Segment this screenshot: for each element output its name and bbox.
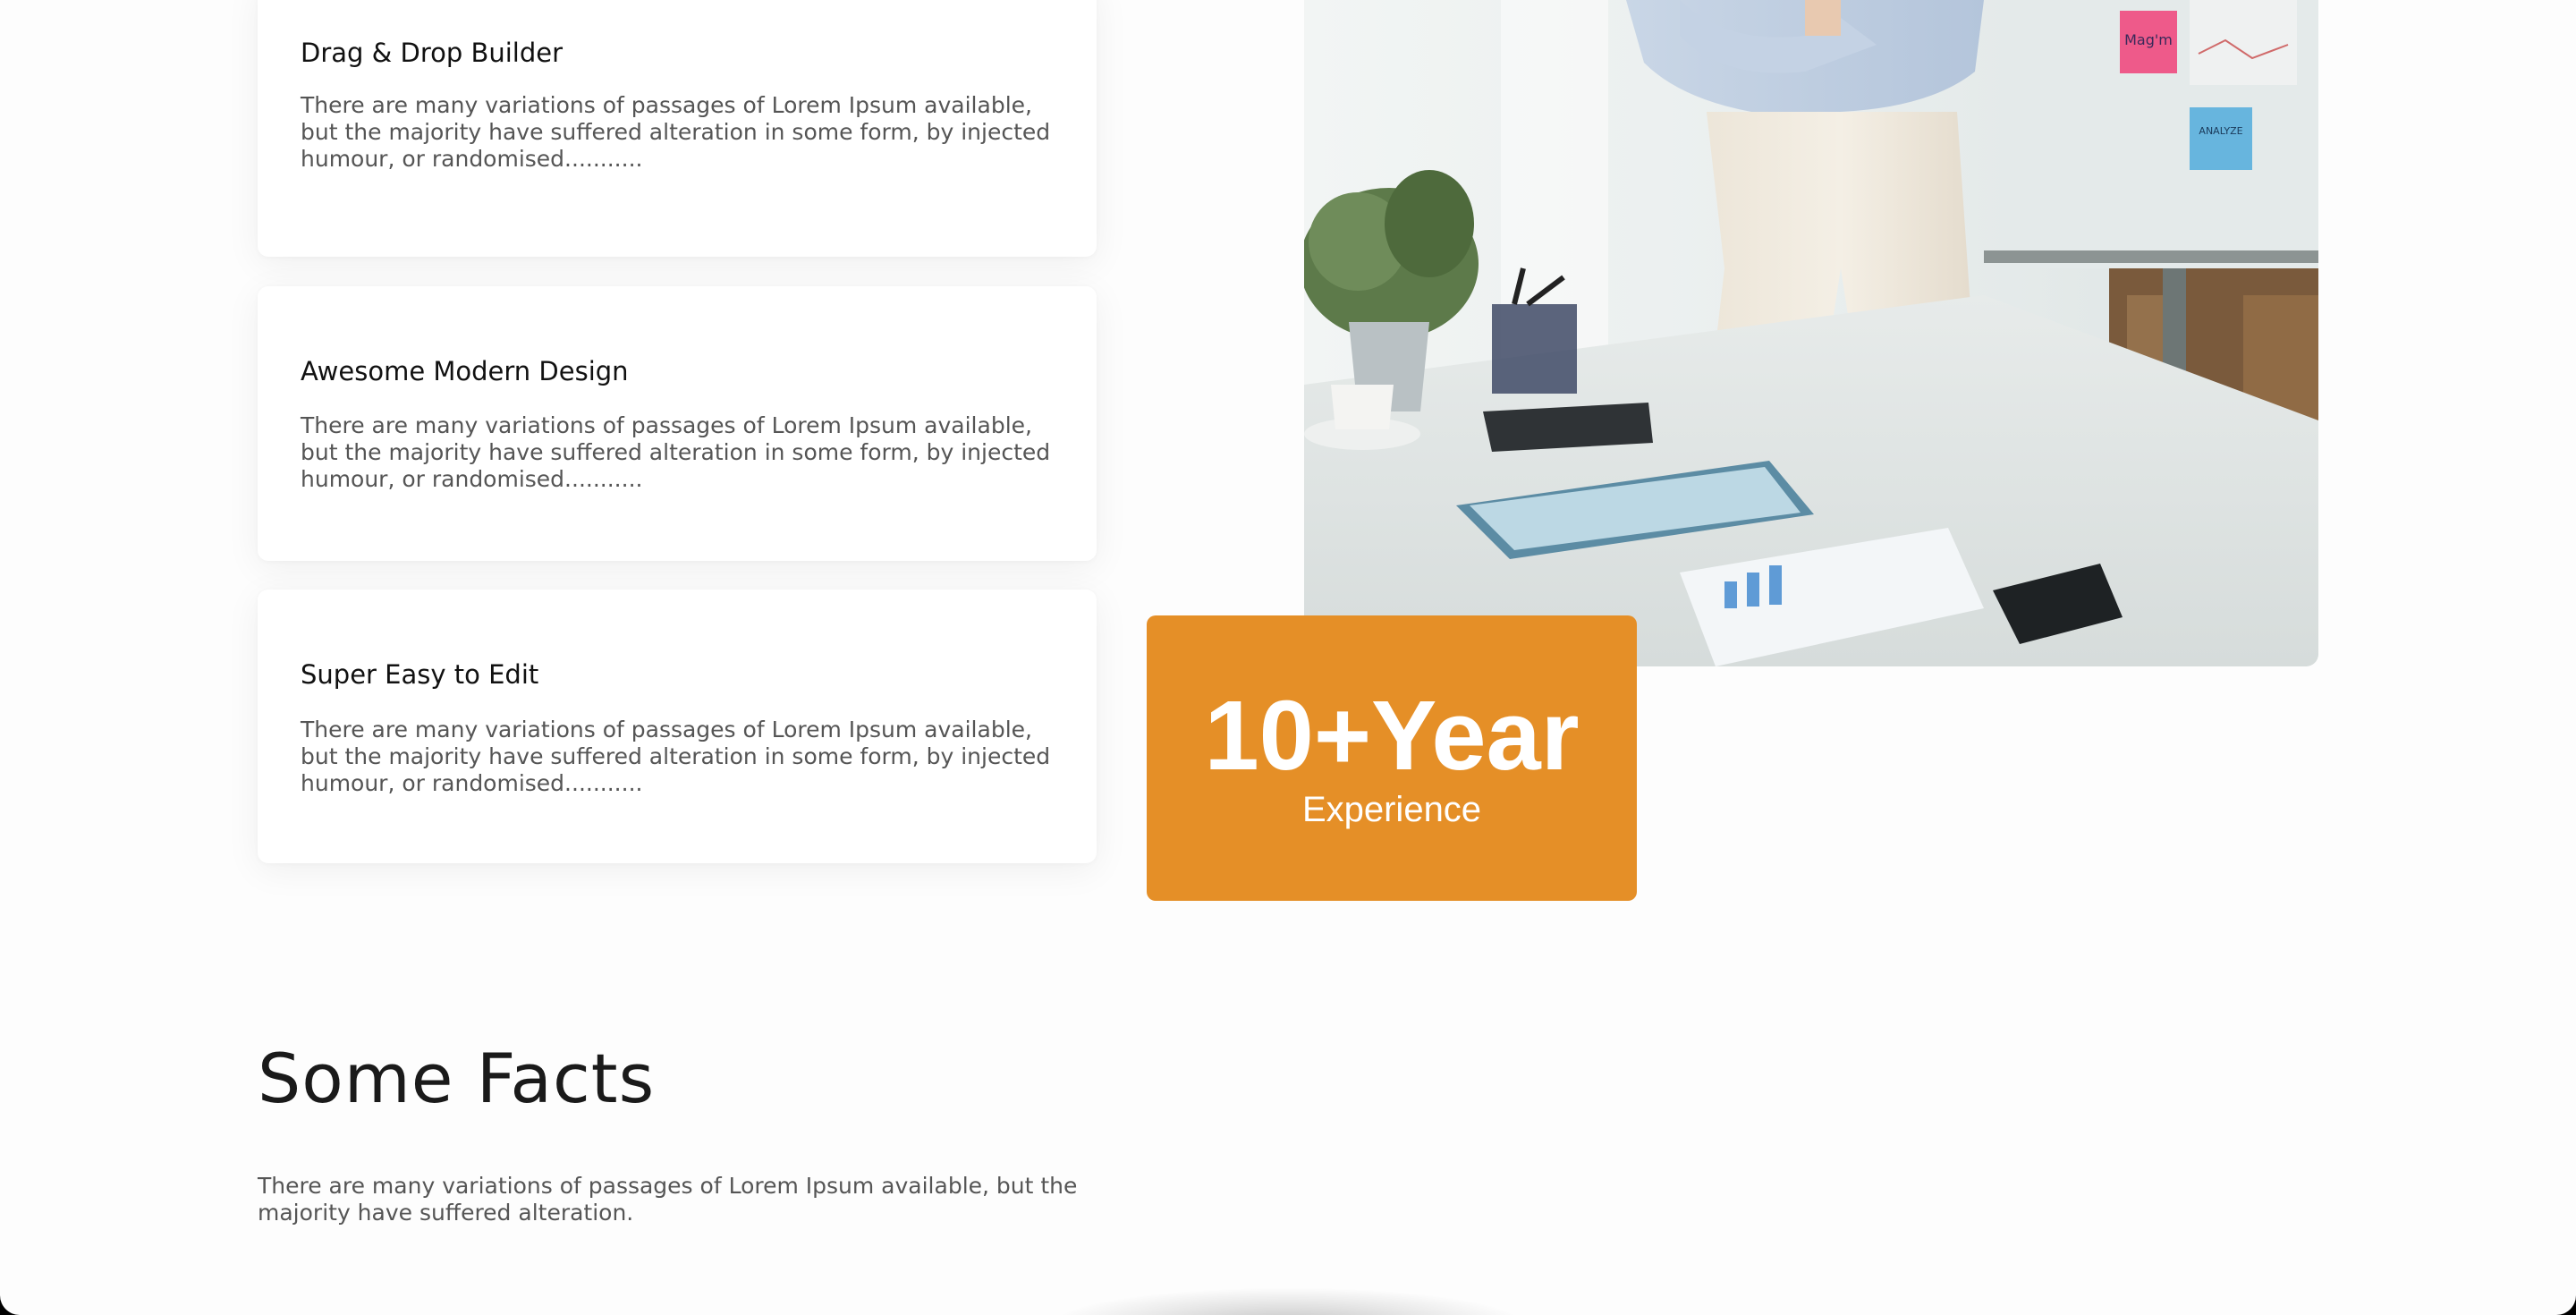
experience-value: 10+Year — [1204, 681, 1580, 791]
sticky-note-blue-text: ANALYZE — [2199, 125, 2242, 137]
facts-description: There are many variations of passages of… — [258, 1173, 1078, 1226]
feature-card-title: Drag & Drop Builder — [301, 38, 564, 68]
feature-card-description: There are many variations of passages of… — [301, 412, 1051, 492]
feature-card-title: Awesome Modern Design — [301, 356, 629, 386]
feature-card-drag-drop: Drag & Drop Builder There are many varia… — [258, 0, 1097, 257]
card-shadow — [1055, 1288, 1521, 1315]
feature-card-easy-edit: Super Easy to Edit There are many variat… — [258, 590, 1097, 863]
sticky-note-pink-text: Mag'm — [2124, 31, 2173, 48]
feature-card-description: There are many variations of passages of… — [301, 92, 1051, 172]
feature-card-description: There are many variations of passages of… — [301, 717, 1051, 796]
feature-card-title: Super Easy to Edit — [301, 659, 539, 690]
experience-badge: 10+Year Experience — [1147, 615, 1637, 901]
page: Drag & Drop Builder There are many varia… — [0, 0, 2576, 1315]
experience-label: Experience — [1301, 790, 1482, 829]
office-photo: Mag'm ANALYZE — [1304, 0, 2318, 666]
feature-card-modern-design: Awesome Modern Design There are many var… — [258, 286, 1097, 561]
facts-heading: Some Facts — [258, 1039, 656, 1118]
